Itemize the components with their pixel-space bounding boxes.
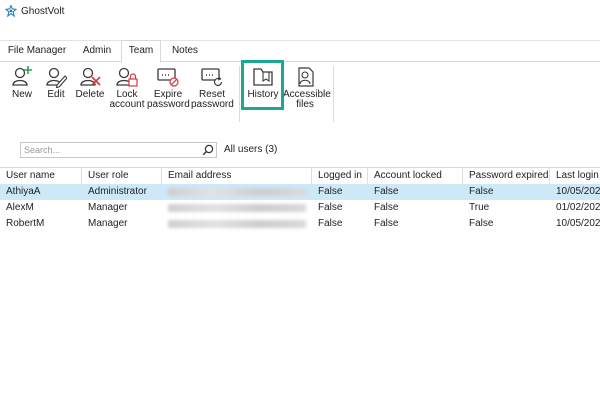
email-cell-redacted — [162, 184, 312, 200]
user-name-cell: AthiyaA — [6, 186, 41, 197]
ribbon-toolbar: New Edit Delete Lock account Expire pass… — [0, 60, 600, 122]
account-locked-cell: False — [374, 218, 399, 229]
lock-user-icon — [116, 67, 138, 87]
reset-password-button[interactable]: Reset password — [191, 64, 234, 118]
column-header-last-login[interactable]: Last login — [550, 168, 600, 185]
new-user-button[interactable]: New — [6, 64, 38, 118]
column-header-password-expired[interactable]: Password expired — [463, 168, 550, 185]
table-row[interactable]: AlexM Manager False False True 01/02/202 — [0, 200, 600, 216]
add-user-icon — [12, 66, 32, 86]
reset-password-label-2: password — [191, 99, 234, 110]
last-login-cell: 10/05/202 — [556, 218, 600, 229]
app-title: GhostVolt — [21, 6, 65, 17]
column-header-email[interactable]: Email address — [162, 168, 312, 185]
redacted-email — [168, 220, 306, 228]
edit-user-button[interactable]: Edit — [42, 64, 70, 118]
tab-file-manager[interactable]: File Manager — [3, 41, 71, 61]
expire-password-icon — [157, 68, 179, 87]
password-expired-cell: True — [469, 202, 490, 213]
search-icon[interactable] — [202, 144, 214, 156]
accessible-files-button[interactable]: Accessible files — [283, 64, 331, 118]
new-label: New — [11, 89, 32, 100]
column-header-account-locked[interactable]: Account locked — [368, 168, 463, 185]
search-box[interactable] — [20, 142, 217, 158]
delete-user-button[interactable]: Delete — [74, 64, 106, 118]
edit-label: Edit — [47, 89, 65, 100]
account-locked-cell: False — [374, 202, 399, 213]
table-row[interactable]: RobertM Manager False False False 10/05/… — [0, 216, 600, 232]
user-role-cell: Administrator — [88, 186, 147, 197]
email-cell-redacted — [162, 216, 312, 232]
lock-account-button[interactable]: Lock account — [109, 64, 145, 118]
ribbon-separator — [333, 66, 334, 122]
column-header-logged-in[interactable]: Logged in — [312, 168, 368, 185]
ribbon-tabs: File Manager Admin Team Notes — [0, 40, 600, 63]
column-header-user-role[interactable]: User role — [82, 168, 162, 185]
accessible-files-icon — [298, 67, 314, 87]
redacted-email — [168, 188, 306, 196]
users-filter-label[interactable]: All users (3) — [224, 144, 277, 155]
email-cell-redacted — [162, 200, 312, 216]
title-bar: GhostVolt — [0, 0, 600, 24]
password-expired-cell: False — [469, 186, 494, 197]
expire-password-label-2: password — [147, 99, 190, 110]
delete-user-icon — [80, 67, 101, 86]
expire-password-button[interactable]: Expire password — [147, 64, 190, 118]
search-input[interactable] — [24, 144, 194, 156]
logged-in-cell: False — [318, 202, 343, 213]
delete-label: Delete — [75, 89, 105, 100]
lock-account-label-2: account — [109, 99, 145, 110]
table-row[interactable]: AthiyaA Administrator False False False … — [0, 184, 600, 200]
user-role-cell: Manager — [88, 218, 128, 229]
password-expired-cell: False — [469, 218, 494, 229]
column-header-user-name[interactable]: User name — [0, 168, 82, 185]
logged-in-cell: False — [318, 218, 343, 229]
tab-notes[interactable]: Notes — [164, 41, 206, 61]
ribbon-separator — [239, 66, 240, 122]
tab-admin[interactable]: Admin — [76, 41, 118, 61]
user-name-cell: RobertM — [6, 218, 45, 229]
redacted-email — [168, 204, 306, 212]
account-locked-cell: False — [374, 186, 399, 197]
accessible-files-label-2: files — [296, 99, 314, 110]
last-login-cell: 01/02/202 — [556, 202, 600, 213]
last-login-cell: 10/05/202 — [556, 186, 600, 197]
reset-password-icon — [201, 68, 223, 87]
history-highlight-box — [241, 60, 284, 110]
logged-in-cell: False — [318, 186, 343, 197]
edit-user-icon — [46, 67, 67, 88]
user-role-cell: Manager — [88, 202, 128, 213]
ghostvolt-logo-icon — [5, 5, 17, 17]
user-name-cell: AlexM — [6, 202, 34, 213]
